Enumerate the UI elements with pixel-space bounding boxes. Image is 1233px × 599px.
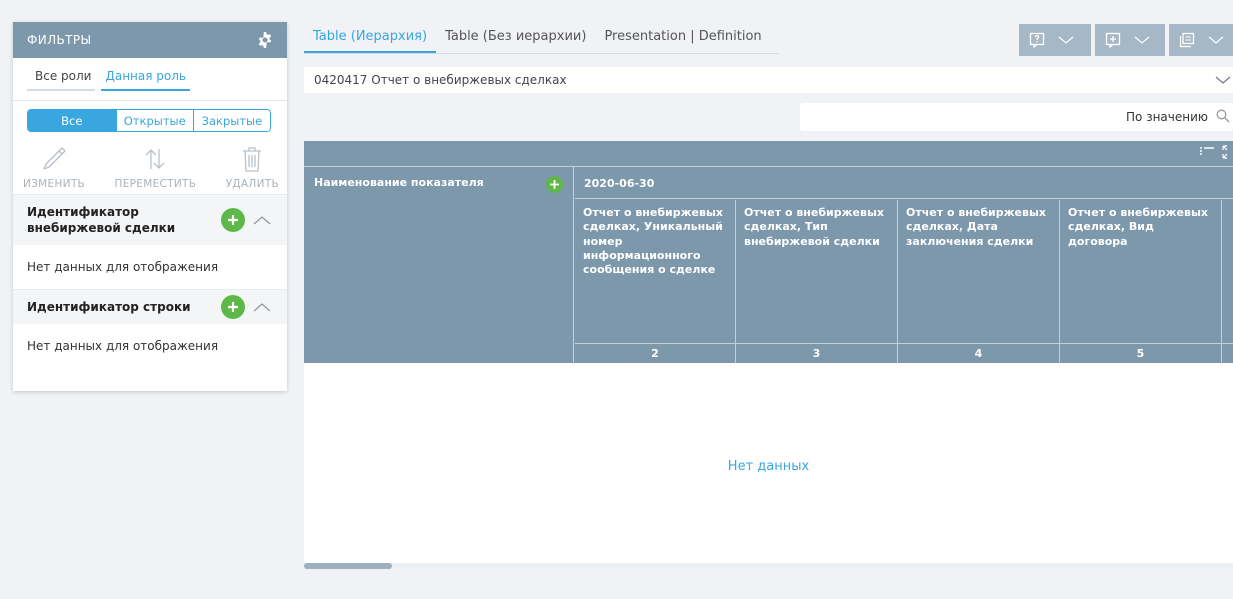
- report-select[interactable]: 0420417 Отчет о внебиржевых сделках: [304, 67, 1233, 93]
- tab-table-hierarchy[interactable]: Table (Иерархия): [304, 24, 437, 53]
- delete-button[interactable]: УДАЛИТЬ: [226, 145, 279, 194]
- add-deal-id-button[interactable]: [221, 208, 245, 232]
- chevron-down-icon: [1058, 36, 1074, 44]
- edit-label: ИЗМЕНИТЬ: [23, 178, 86, 190]
- role-tabs: Все роли Данная роль: [13, 58, 287, 101]
- tab-all-roles[interactable]: Все роли: [27, 69, 96, 91]
- plus-icon: [228, 215, 238, 225]
- move-button[interactable]: ПЕРЕМЕСТИТЬ: [115, 145, 197, 194]
- chevron-up-icon[interactable]: [253, 215, 271, 225]
- filter-panel: ФИЛЬТРЫ Все роли Данная роль Все Открыты…: [13, 22, 287, 391]
- search-icon[interactable]: [1216, 109, 1230, 126]
- chevron-down-icon: [1134, 36, 1150, 44]
- section-deal-id-title: Идентификатор внебиржевой сделки: [27, 204, 176, 235]
- name-column-header: Наименование показателя: [304, 167, 574, 363]
- delete-label: УДАЛИТЬ: [225, 178, 279, 190]
- filter-panel-title: ФИЛЬТРЫ: [27, 33, 92, 47]
- comment-add-icon: [1105, 32, 1121, 48]
- tab-this-role[interactable]: Данная роль: [101, 69, 190, 91]
- search-input[interactable]: [828, 110, 1208, 124]
- copy-icon: [1179, 32, 1195, 48]
- trash-icon: [243, 147, 262, 172]
- add-row-button[interactable]: [546, 176, 563, 193]
- column-number: 3: [736, 344, 898, 363]
- date-header: 2020-06-30: [575, 167, 1233, 199]
- tab-presentation[interactable]: Presentation | Definition: [595, 24, 770, 53]
- edit-button[interactable]: ИЗМЕНИТЬ: [23, 145, 85, 194]
- column-number: 5: [1060, 344, 1222, 363]
- column-header: Отчет о внебиржевых сделках, Вид договор…: [1060, 200, 1222, 343]
- gear-icon[interactable]: [256, 31, 274, 49]
- column-header: Отчет о внебиржевых сделках, Тип внебирж…: [736, 200, 898, 343]
- grid-header: Наименование показателя 2020-06-30 Отчет…: [304, 167, 1233, 363]
- section-row-id-title: Идентификатор строки: [27, 299, 191, 314]
- column-header: Отчет о внебиржевых сделках, Дата заключ…: [898, 200, 1060, 343]
- section-row-id-header: Идентификатор строки: [13, 289, 287, 324]
- column-header: Отчет о внебиржевых сделках, Уникальный …: [575, 200, 736, 343]
- search-box: [800, 103, 1233, 131]
- comment-question-icon: [1029, 32, 1045, 48]
- column-number-row: 2 3 4 5: [575, 343, 1233, 363]
- scrollbar-thumb[interactable]: [304, 563, 392, 569]
- chevron-down-icon: [1208, 36, 1224, 44]
- plus-icon: [550, 180, 559, 189]
- toolbar: [1019, 24, 1233, 56]
- comment-add-button[interactable]: [1095, 24, 1165, 56]
- expand-icon[interactable]: [1221, 145, 1233, 162]
- filter-actions: ИЗМЕНИТЬ ПЕРЕМЕСТИТЬ УДАЛИТЬ: [13, 139, 287, 194]
- pencil-icon: [43, 147, 66, 170]
- segment-all[interactable]: Все: [28, 110, 117, 131]
- horizontal-scrollbar[interactable]: [304, 563, 1233, 569]
- move-label: ПЕРЕМЕСТИТЬ: [114, 178, 197, 190]
- filter-panel-header: ФИЛЬТРЫ: [13, 22, 287, 58]
- comment-question-button[interactable]: [1019, 24, 1091, 56]
- arrows-updown-icon: [145, 149, 165, 169]
- name-column-title: Наименование показателя: [314, 176, 484, 189]
- column-number: 2: [575, 344, 736, 363]
- chevron-down-icon: [1215, 75, 1231, 85]
- columns-icon[interactable]: [1199, 146, 1215, 161]
- tab-table-flat[interactable]: Table (Без иерархии): [436, 24, 595, 53]
- no-data-message: Нет данных: [727, 459, 810, 474]
- section-deal-id-empty: Нет данных для отображения: [27, 260, 219, 274]
- column-number: 4: [898, 344, 1060, 363]
- section-row-id-empty: Нет данных для отображения: [27, 339, 219, 353]
- view-tabs: Table (Иерархия) Table (Без иерархии) Pr…: [304, 24, 779, 54]
- segment-closed[interactable]: Закрытые: [193, 110, 270, 131]
- status-filter: Все Открытые Закрытые: [13, 101, 287, 139]
- grid-toolbar: [304, 141, 1233, 167]
- add-row-id-button[interactable]: [221, 295, 245, 319]
- status-segmented-control: Все Открытые Закрытые: [27, 109, 271, 132]
- copy-button[interactable]: [1169, 24, 1233, 56]
- plus-icon: [228, 302, 238, 312]
- report-select-value: 0420417 Отчет о внебиржевых сделках: [314, 73, 567, 87]
- data-grid: Наименование показателя 2020-06-30 Отчет…: [304, 141, 1233, 569]
- chevron-up-icon[interactable]: [253, 302, 271, 312]
- segment-open[interactable]: Открытые: [116, 110, 194, 131]
- section-deal-id-header: Идентификатор внебиржевой сделки: [13, 194, 287, 245]
